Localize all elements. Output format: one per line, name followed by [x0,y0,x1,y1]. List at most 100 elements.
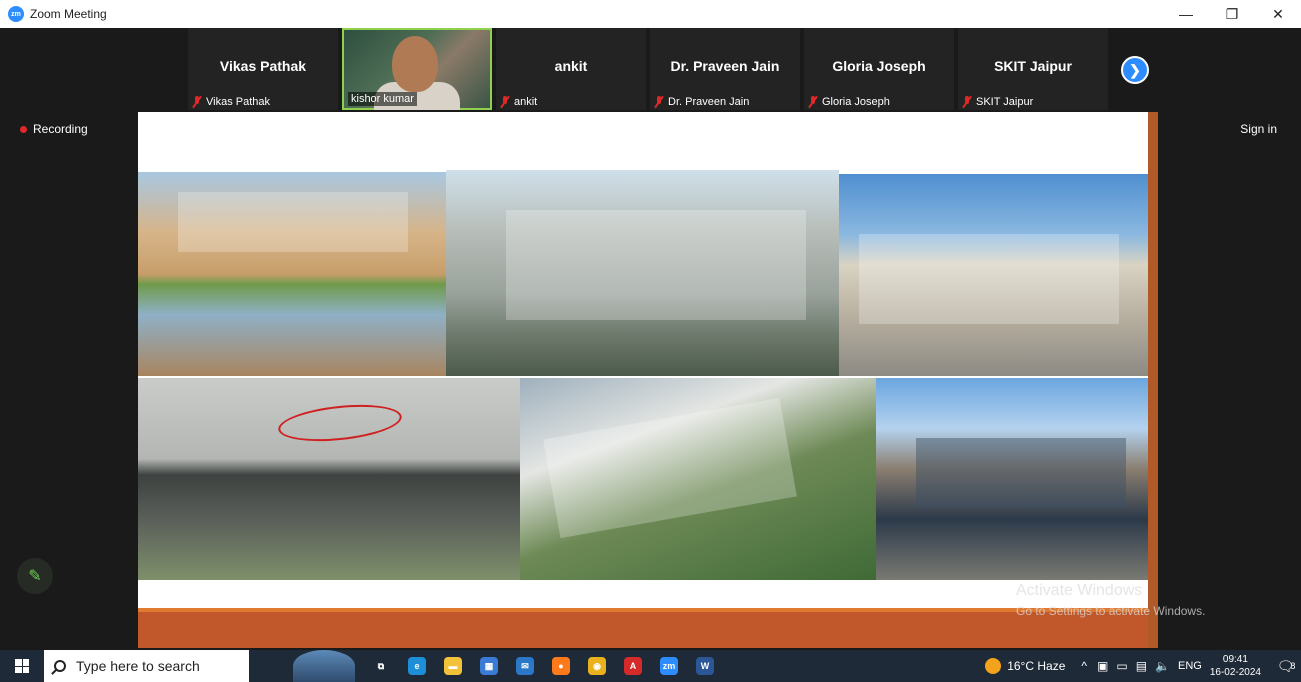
meeting-area: Vikas Pathak Vikas Pathak kishor kumar a… [0,28,1301,648]
store-icon-glyph: ▦ [480,657,498,675]
title-bar: zm Zoom Meeting — ❐ ✕ [0,0,1301,28]
taskbar-clock[interactable]: 09:41 16-02-2024 [1210,653,1261,679]
participant-label: kishor kumar [348,92,417,106]
mic-muted-icon [962,96,972,108]
slide-photo-student-affairs [876,378,1148,580]
zoom-logo-icon: zm [8,6,24,22]
photo-building-shape [859,234,1119,324]
participant-tile[interactable]: Gloria Joseph Gloria Joseph [804,28,954,110]
recording-dot-icon [20,125,27,133]
watermark-subtitle: Go to Settings to activate Windows. [1016,604,1206,618]
participant-label-text: kishor kumar [348,92,417,106]
slide-photo-entrance [138,378,520,580]
weather-text[interactable]: 16°C Haze [1007,659,1065,673]
firefox-icon-glyph: ● [552,657,570,675]
photo-building-shape [543,397,797,539]
participant-name: Dr. Praveen Jain [670,58,780,74]
participant-label: Dr. Praveen Jain [654,96,749,108]
participant-name: Gloria Joseph [832,58,926,74]
task-view-icon[interactable]: ⧉ [363,650,399,682]
mic-muted-icon [654,96,664,108]
search-icon [54,660,66,672]
task-view-icon-glyph: ⧉ [372,657,390,675]
participant-label-text: ankit [514,96,538,108]
system-tray: 16°C Haze ^ ▣ ▭ ▤ 🔈 ENG 09:41 16-02-2024… [985,650,1301,682]
participant-name: ankit [554,58,588,74]
participant-label: SKIT Jaipur [962,96,1033,108]
watermark-title: Activate Windows [1016,582,1143,599]
tray-chevron-icon[interactable]: ^ [1081,659,1087,673]
network-icon[interactable]: ▤ [1136,659,1147,673]
annotate-pencil-icon[interactable]: ✎ [17,558,53,594]
taskbar-search-box[interactable]: Type here to search [44,650,249,682]
sign-in-link[interactable]: Sign in [1240,122,1277,136]
edge-icon[interactable]: e [399,650,435,682]
chrome-icon-glyph: ◉ [588,657,606,675]
photo-building-shape [506,210,806,320]
zoom-icon-glyph: zm [660,657,678,675]
window-controls: — ❐ ✕ [1163,0,1301,28]
store-icon[interactable]: ▦ [471,650,507,682]
slide-photo-modern-campus [446,170,839,376]
notification-count: 8 [1290,661,1296,671]
word-icon[interactable]: W [687,650,723,682]
close-button[interactable]: ✕ [1255,0,1301,28]
volume-icon[interactable]: 🔈 [1155,659,1170,673]
participant-tile[interactable]: Vikas Pathak Vikas Pathak [188,28,338,110]
clock-date: 16-02-2024 [1209,667,1261,678]
slide-right-edge [1148,112,1158,648]
windows-taskbar: Type here to search ⧉ e ▬ ▦ ✉ ● ◉ Azm W 16°C Haz… [0,650,1301,682]
participant-name: SKIT Jaipur [994,58,1072,74]
shared-screen-slide [138,112,1148,648]
red-highlight-annotation [276,399,404,447]
participant-tile[interactable]: SKIT Jaipur SKIT Jaipur [958,28,1108,110]
recording-indicator[interactable]: Recording [20,122,88,136]
tray-app-icon[interactable]: ▣ [1097,659,1108,673]
slide-photo-building-reflection [138,172,446,376]
photo-building-shape [178,192,408,252]
search-highlight-image[interactable] [293,650,355,682]
acrobat-icon[interactable]: A [615,650,651,682]
acrobat-icon-glyph: A [624,657,642,675]
notification-center-icon[interactable]: 🗨 8 [1271,658,1301,675]
participant-label-text: Gloria Joseph [822,96,890,108]
slide-footer-band [138,608,1148,648]
slide-photo-aerial-green-roofs [520,378,876,580]
restore-button[interactable]: ❐ [1209,0,1255,28]
file-explorer-icon[interactable]: ▬ [435,650,471,682]
participant-name: Vikas Pathak [219,58,307,74]
weather-haze-icon[interactable] [985,658,1002,674]
participant-video-tile[interactable]: kishor kumar [342,28,492,110]
participant-strip: Vikas Pathak Vikas Pathak kishor kumar a… [188,28,1108,110]
clock-time: 09:41 [1222,654,1248,665]
taskbar-apps: ⧉ e ▬ ▦ ✉ ● ◉ Azm W [363,650,723,682]
firefox-icon[interactable]: ● [543,650,579,682]
mic-muted-icon [808,96,818,108]
participant-label-text: Dr. Praveen Jain [668,96,750,108]
recording-label: Recording [33,122,88,136]
window-title: Zoom Meeting [30,7,107,21]
participant-tile[interactable]: ankit ankit [496,28,646,110]
language-indicator[interactable]: ENG [1178,660,1202,672]
next-page-arrow-icon[interactable]: ❯ [1121,56,1149,84]
battery-icon[interactable]: ▭ [1116,659,1127,673]
participant-label: Gloria Joseph [808,96,890,108]
edge-icon-glyph: e [408,657,426,675]
mic-muted-icon [192,96,202,108]
participant-label-text: SKIT Jaipur [976,96,1034,108]
participant-label: ankit [500,96,537,108]
photo-building-shape [916,438,1126,508]
participant-label: Vikas Pathak [192,96,270,108]
chrome-icon[interactable]: ◉ [579,650,615,682]
start-button[interactable] [0,650,44,682]
zoom-icon[interactable]: zm [651,650,687,682]
minimize-button[interactable]: — [1163,0,1209,28]
activate-windows-watermark: Activate Windows Go to Settings to activ… [1016,582,1205,618]
mail-icon[interactable]: ✉ [507,650,543,682]
participant-tile[interactable]: Dr. Praveen Jain Dr. Praveen Jain [650,28,800,110]
participant-label-text: Vikas Pathak [206,96,271,108]
word-icon-glyph: W [696,657,714,675]
search-placeholder: Type here to search [76,658,200,674]
mic-muted-icon [500,96,510,108]
participant-video-face [392,36,438,92]
